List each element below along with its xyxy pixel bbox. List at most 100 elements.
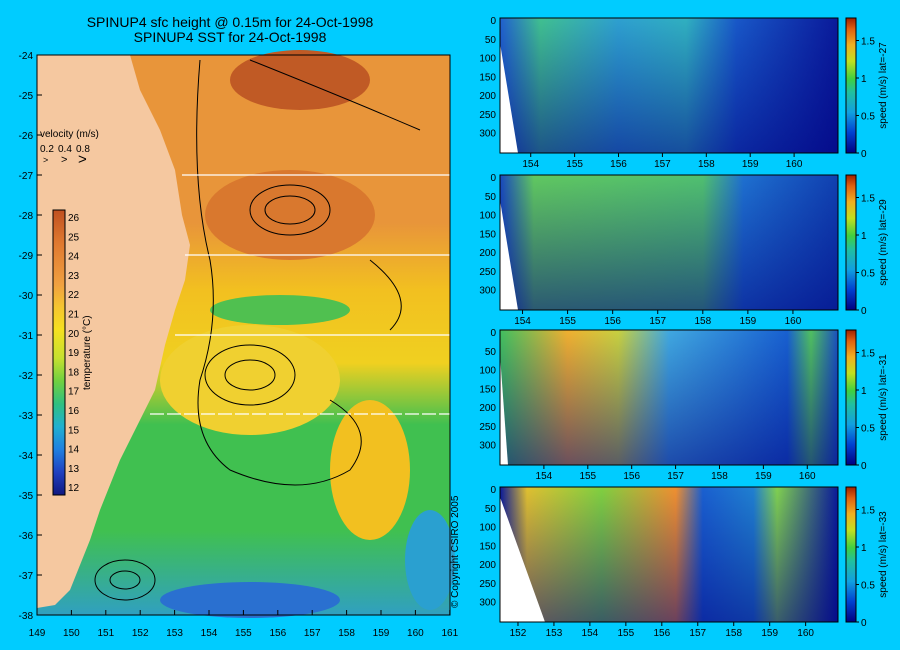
colorbar-tick-label: 17 xyxy=(68,387,80,398)
lon-tick-label: 158 xyxy=(338,628,355,639)
temperature-colorbar-label: temperature (°C) xyxy=(82,315,93,390)
lat-tick-label: -31 xyxy=(19,331,34,342)
depth-tick-label: 250 xyxy=(479,579,496,590)
depth-tick-label: 0 xyxy=(490,173,496,184)
depth-tick-label: 200 xyxy=(479,248,496,259)
section-latitude-label: speed (m/s) lat=-27 xyxy=(878,42,889,129)
lon-tick-label: 160 xyxy=(407,628,424,639)
section-lon-tick-label: 157 xyxy=(649,316,666,327)
speed-sections: 050100150200250300154 155 156 157 158 159 1601… xyxy=(479,16,889,639)
depth-tick-label: 0 xyxy=(490,328,496,339)
section-lon-tick-label: 159 xyxy=(761,628,778,639)
lat-tick-label: -38 xyxy=(19,611,34,622)
section-lon-tick-label: 156 xyxy=(604,316,621,327)
speed-colorbar-tick-label: 1.5 xyxy=(861,349,875,360)
speed-colorbar-tick-label: 0.5 xyxy=(861,269,875,280)
lat-tick-label: -34 xyxy=(19,451,34,462)
colorbar-tick-label: 22 xyxy=(68,290,80,301)
lon-tick-label: 153 xyxy=(166,628,183,639)
speed-colorbar-tick-label: 0 xyxy=(861,618,867,629)
lat-tick-label: -24 xyxy=(19,51,34,62)
depth-tick-label: 50 xyxy=(485,192,497,203)
section-lon-tick-label: 155 xyxy=(559,316,576,327)
depth-tick-label: 300 xyxy=(479,598,496,609)
colorbar-tick-label: 20 xyxy=(68,329,80,340)
colorbar-tick-label: 15 xyxy=(68,425,80,436)
section-lon-tick-label: 160 xyxy=(785,316,802,327)
speed-colorbar-tick-label: 0.5 xyxy=(861,112,875,123)
section-depth-shade xyxy=(500,487,838,622)
speed-colorbar-tick-label: 1 xyxy=(861,231,867,242)
velocity-legend-title: velocity (m/s) xyxy=(40,129,99,140)
depth-tick-label: 300 xyxy=(479,129,496,140)
colorbar-tick-label: 24 xyxy=(68,252,80,263)
eddy-warm-3 xyxy=(330,400,410,540)
depth-tick-label: 100 xyxy=(479,523,496,534)
velocity-scale-02: 0.2 xyxy=(40,144,54,155)
section-lon-tick-label: 156 xyxy=(610,159,627,170)
speed-section-panel: 0 50 100 150 200 250 300 154 155 156 157 158 159 160 1… xyxy=(479,16,889,170)
section-latitude-label: speed (m/s) lat=-33 xyxy=(878,511,889,598)
section-latitude-label: speed (m/s) lat=-29 xyxy=(878,199,889,286)
lon-tick-label: 149 xyxy=(29,628,46,639)
section-lon-tick-label: 159 xyxy=(742,159,759,170)
section-lon-tick-label: 152 xyxy=(510,628,527,639)
lon-tick-label: 159 xyxy=(373,628,390,639)
lat-tick-label: -37 xyxy=(19,571,34,582)
speed-colorbar-tick-label: 1 xyxy=(861,543,867,554)
speed-colorbar-tick-label: 1 xyxy=(861,386,867,397)
section-lon-tick-label: 158 xyxy=(711,471,728,482)
section-lon-tick-label: 153 xyxy=(546,628,563,639)
depth-tick-label: 50 xyxy=(485,347,497,358)
lat-tick-label: -36 xyxy=(19,531,34,542)
colorbar-tick-label: 25 xyxy=(68,232,80,243)
section-depth-shade xyxy=(500,18,838,153)
cold-water-east xyxy=(405,510,455,610)
depth-tick-label: 300 xyxy=(479,441,496,452)
lat-tick-label: -30 xyxy=(19,291,34,302)
depth-tick-label: 100 xyxy=(479,54,496,65)
lat-tick-label: -32 xyxy=(19,371,34,382)
colorbar-tick-label: 21 xyxy=(68,310,80,321)
depth-tick-label: 0 xyxy=(490,16,496,27)
depth-tick-label: 300 xyxy=(479,286,496,297)
speed-colorbar-tick-label: 0 xyxy=(861,306,867,317)
speed-colorbar-tick-label: 1.5 xyxy=(861,506,875,517)
depth-tick-label: 100 xyxy=(479,366,496,377)
section-lon-tick-label: 159 xyxy=(755,471,772,482)
section-lon-tick-label: 156 xyxy=(623,471,640,482)
section-lon-tick-label: 160 xyxy=(799,471,816,482)
section-lon-tick-label: 156 xyxy=(653,628,670,639)
colorbar-tick-label: 26 xyxy=(68,213,80,224)
speed-colorbar-tick-label: 0.5 xyxy=(861,424,875,435)
section-depth-shade xyxy=(500,175,838,310)
depth-tick-label: 50 xyxy=(485,35,497,46)
colorbar-tick-label: 12 xyxy=(68,483,80,494)
lat-tick-label: -29 xyxy=(19,251,34,262)
depth-tick-label: 100 xyxy=(479,211,496,222)
speed-colorbar-tick-label: 1 xyxy=(861,74,867,85)
speed-colorbar-tick-label: 0 xyxy=(861,461,867,472)
speed-section-panel: 0 50 100 150 200 250 300 154 155 156 157 158 159 160 1… xyxy=(479,173,889,327)
cool-filament xyxy=(210,295,350,325)
section-lon-tick-label: 154 xyxy=(582,628,599,639)
depth-tick-label: 150 xyxy=(479,229,496,240)
depth-tick-label: 150 xyxy=(479,541,496,552)
eddy-warm-2 xyxy=(160,325,340,435)
colorbar-tick-label: 13 xyxy=(68,464,80,475)
section-speed-colorbar xyxy=(845,17,857,154)
depth-tick-label: 150 xyxy=(479,72,496,83)
sst-map: -24 -25 -26 -27 -28 -29 -30 -31 -32 -33 -34 -35 -36 -… xyxy=(19,50,461,639)
temperature-colorbar xyxy=(52,209,66,496)
depth-tick-label: 200 xyxy=(479,560,496,571)
section-lon-tick-label: 154 xyxy=(514,316,531,327)
depth-tick-label: 150 xyxy=(479,384,496,395)
lat-tick-label: -25 xyxy=(19,91,34,102)
section-lon-tick-label: 160 xyxy=(786,159,803,170)
speed-colorbar-tick-label: 0 xyxy=(861,149,867,160)
section-speed-colorbar xyxy=(845,329,857,466)
lat-tick-label: -27 xyxy=(19,171,34,182)
depth-tick-label: 250 xyxy=(479,267,496,278)
depth-tick-label: 0 xyxy=(490,485,496,496)
section-lon-tick-label: 154 xyxy=(522,159,539,170)
